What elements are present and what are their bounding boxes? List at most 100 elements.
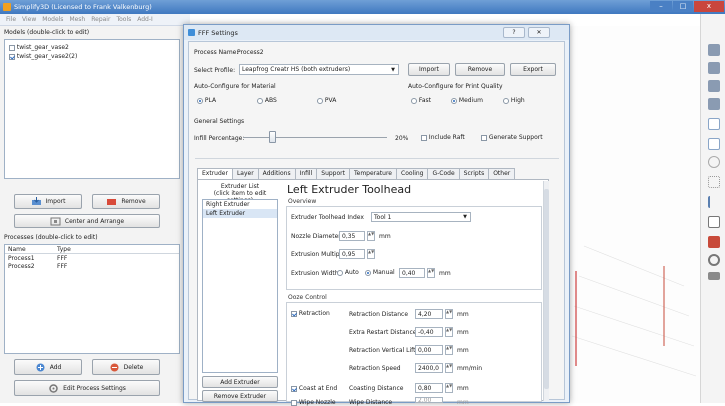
list-item[interactable]: Left Extruder	[203, 209, 277, 218]
models-list[interactable]: twist_gear_vase2 twist_gear_vase2(2)	[4, 39, 180, 179]
menu-view[interactable]: View	[22, 16, 36, 23]
list-item[interactable]: twist_gear_vase2(2)	[9, 53, 77, 60]
wipe-distance-field[interactable]: 2,00	[415, 397, 443, 403]
width-manual-option[interactable]: Manual	[365, 269, 395, 276]
view-front-icon[interactable]	[708, 62, 720, 74]
generate-support-option[interactable]: Generate Support	[481, 134, 543, 141]
tab-additions[interactable]: Additions	[257, 168, 296, 179]
ruler-icon[interactable]	[708, 272, 720, 280]
radio-medium[interactable]	[451, 97, 457, 104]
width-stepper[interactable]: ▲▼	[427, 268, 435, 278]
view-side-icon[interactable]	[708, 98, 720, 110]
profile-select[interactable]: Leapfrog Creatr HS (both extruders) ▼	[239, 64, 399, 75]
cut-plane-icon[interactable]	[708, 196, 720, 208]
raft-checkbox[interactable]	[421, 134, 427, 141]
infill-slider-handle[interactable]	[268, 131, 276, 143]
include-raft-option[interactable]: Include Raft	[421, 134, 465, 141]
vertical-lift-stepper[interactable]: ▲▼	[445, 345, 453, 355]
radio-high[interactable]	[503, 97, 509, 104]
settings-gear-icon[interactable]	[708, 254, 720, 266]
tab-temperature[interactable]: Temperature	[348, 168, 397, 179]
nozzle-field[interactable]: 0,35	[339, 231, 365, 241]
dots-icon[interactable]	[708, 176, 720, 188]
toolhead-index-select[interactable]: Tool 1 ▼	[371, 212, 471, 222]
radio-width-auto[interactable]	[337, 269, 343, 276]
quality-medium-option[interactable]: Medium	[451, 97, 483, 104]
scrollbar-thumb[interactable]	[544, 189, 549, 389]
menu-repair[interactable]: Repair	[91, 16, 110, 23]
coast-option[interactable]: Coast at End	[291, 385, 337, 392]
view-top-icon[interactable]	[708, 80, 720, 92]
material-pva-option[interactable]: PVA	[317, 97, 336, 104]
quality-fast-option[interactable]: Fast	[411, 97, 431, 104]
retraction-checkbox[interactable]	[291, 310, 297, 317]
tab-infill[interactable]: Infill	[294, 168, 318, 179]
model-view-icon[interactable]	[708, 138, 720, 150]
menu-file[interactable]: File	[6, 16, 16, 23]
nozzle-stepper[interactable]: ▲▼	[367, 231, 375, 241]
column-header-type[interactable]: Type	[57, 246, 71, 253]
material-pla-option[interactable]: PLA	[197, 97, 216, 104]
radio-width-manual[interactable]	[365, 269, 371, 276]
vertical-lift-field[interactable]: 0,00	[415, 345, 443, 355]
support-checkbox[interactable]	[481, 134, 487, 141]
material-abs-option[interactable]: ABS	[257, 97, 277, 104]
minimize-button[interactable]: –	[650, 1, 672, 12]
coasting-distance-stepper[interactable]: ▲▼	[445, 383, 453, 393]
processes-table[interactable]: Name Type Process1 FFF Process2 FFF	[4, 244, 180, 354]
process-name-field[interactable]: Process2	[237, 49, 264, 56]
menu-tools[interactable]: Tools	[116, 16, 131, 23]
table-row[interactable]: Process1 FFF	[5, 255, 179, 263]
tab-gcode[interactable]: G-Code	[427, 168, 460, 179]
remove-model-button[interactable]: Remove	[92, 194, 160, 209]
tab-support[interactable]: Support	[316, 168, 350, 179]
maximize-button[interactable]: □	[673, 1, 693, 12]
tab-layer[interactable]: Layer	[231, 168, 259, 179]
extruder-list[interactable]: Right Extruder Left Extruder	[202, 199, 278, 373]
menu-mesh[interactable]: Mesh	[69, 16, 85, 23]
add-extruder-button[interactable]: Add Extruder	[202, 376, 278, 388]
retraction-option[interactable]: Retraction	[291, 310, 330, 317]
list-item[interactable]: Right Extruder	[203, 200, 277, 209]
extra-restart-stepper[interactable]: ▲▼	[445, 327, 453, 337]
width-auto-option[interactable]: Auto	[337, 269, 359, 276]
axes-icon[interactable]	[708, 118, 720, 130]
table-row[interactable]: Process2 FFF	[5, 263, 179, 271]
column-header-name[interactable]: Name	[8, 246, 26, 253]
dialog-close-button[interactable]: ✕	[528, 27, 550, 38]
quality-high-option[interactable]: High	[503, 97, 525, 104]
retraction-distance-stepper[interactable]: ▲▼	[445, 309, 453, 319]
retraction-distance-field[interactable]: 4,20	[415, 309, 443, 319]
remove-extruder-button[interactable]: Remove Extruder	[202, 390, 278, 402]
radio-fast[interactable]	[411, 97, 417, 104]
close-window-button[interactable]: x	[694, 1, 724, 12]
retraction-speed-field[interactable]: 2400,0	[415, 363, 443, 373]
retraction-speed-stepper[interactable]: ▲▼	[445, 363, 453, 373]
width-field[interactable]: 0,40	[399, 268, 425, 278]
radio-abs[interactable]	[257, 97, 263, 104]
model-checkbox[interactable]	[9, 44, 15, 51]
tab-other[interactable]: Other	[488, 168, 516, 179]
radio-pla[interactable]	[197, 97, 203, 104]
edit-process-settings-button[interactable]: Edit Process Settings	[14, 380, 160, 396]
view-iso-icon[interactable]	[708, 44, 720, 56]
multiplier-stepper[interactable]: ▲▼	[367, 249, 375, 259]
infill-slider[interactable]	[243, 137, 387, 138]
help-button[interactable]: ?	[503, 27, 525, 38]
scrollbar[interactable]	[543, 181, 549, 401]
model-checkbox[interactable]	[9, 53, 15, 60]
delete-process-button[interactable]: Delete	[92, 359, 160, 375]
coast-checkbox[interactable]	[291, 385, 297, 392]
import-model-button[interactable]: Import	[14, 194, 82, 209]
add-process-button[interactable]: Add	[14, 359, 82, 375]
tool-icon[interactable]	[708, 216, 720, 228]
tab-cooling[interactable]: Cooling	[396, 168, 429, 179]
extra-restart-field[interactable]: -0,40	[415, 327, 443, 337]
list-item[interactable]: twist_gear_vase2	[9, 44, 69, 51]
tab-scripts[interactable]: Scripts	[458, 168, 490, 179]
profile-import-button[interactable]: Import	[408, 63, 450, 76]
center-arrange-button[interactable]: Center and Arrange	[14, 214, 160, 228]
profile-export-button[interactable]: Export	[510, 63, 556, 76]
menu-models[interactable]: Models	[42, 16, 63, 23]
profile-remove-button[interactable]: Remove	[455, 63, 505, 76]
